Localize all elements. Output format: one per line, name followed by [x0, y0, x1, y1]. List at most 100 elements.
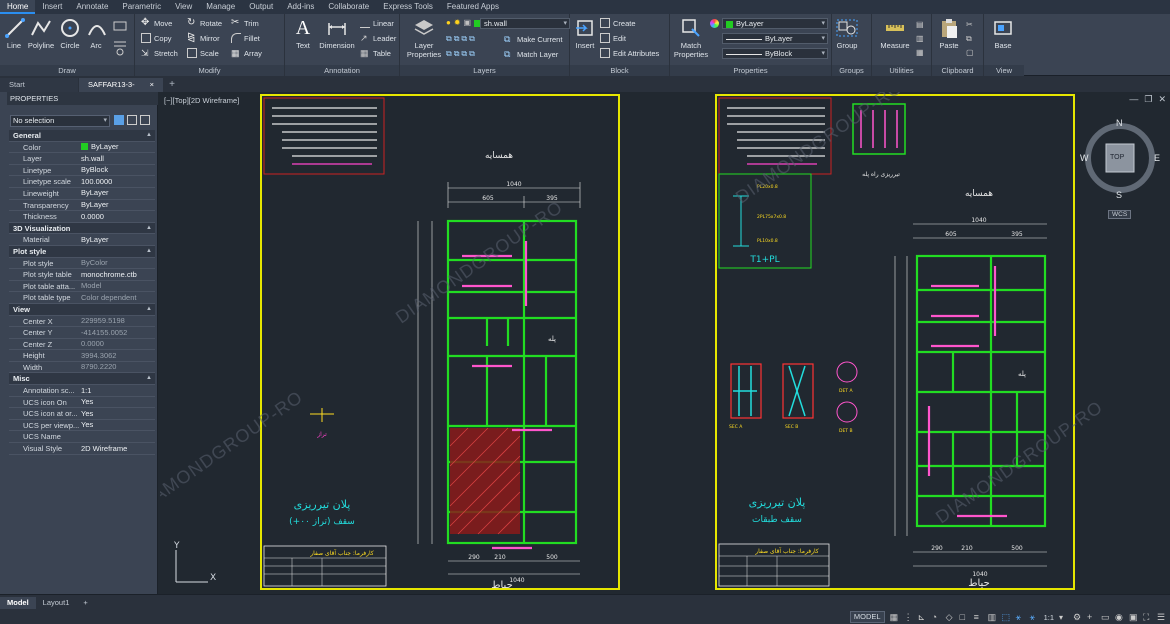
property-row[interactable]: Plot table type Color dependent — [9, 292, 155, 304]
property-value[interactable]: 0.0000 — [79, 339, 155, 350]
property-value[interactable]: -414155.0052 — [79, 327, 155, 338]
property-row[interactable]: UCS per viewp... Yes — [9, 420, 155, 432]
property-row[interactable]: Linetype scale 100.0000 — [9, 176, 155, 188]
color-dropdown[interactable]: ByLayer ▾ — [722, 18, 828, 29]
lock-icon[interactable]: ▣ — [464, 18, 472, 27]
section-general[interactable]: General ▲ — [9, 130, 155, 142]
section-3d-visualization[interactable]: 3D Visualization ▲ — [9, 222, 155, 235]
ribbon-tab-view[interactable]: View — [168, 0, 199, 14]
viewcube-west[interactable]: W — [1080, 153, 1089, 163]
workspace-gear-icon[interactable]: ⚙ — [1073, 612, 1082, 622]
property-row[interactable]: Plot style ByColor — [9, 258, 155, 270]
ortho-icon[interactable]: ⊾ — [918, 612, 927, 622]
viewport-controls[interactable]: [−][Top][2D Wireframe] — [164, 96, 239, 105]
ribbon-tab-manage[interactable]: Manage — [199, 0, 242, 14]
move-tool[interactable]: ✥ Move — [141, 17, 172, 29]
clipboard-small-icons[interactable]: ✂ ⧉ ▢ — [966, 18, 974, 60]
viewcube[interactable]: N S E W TOP WCS — [1080, 116, 1160, 226]
auto-scale-icon[interactable]: ⚹ — [1030, 612, 1039, 622]
property-value[interactable]: Yes — [79, 420, 155, 431]
ribbon-tab-annotate[interactable]: Annotate — [69, 0, 115, 14]
model-space-button[interactable]: MODEL — [849, 611, 885, 623]
property-row[interactable]: Annotation sc... 1:1 — [9, 385, 155, 397]
match-properties-tool[interactable]: Match Properties — [674, 17, 708, 59]
property-row[interactable]: Plot table atta... Model — [9, 281, 155, 293]
property-value[interactable]: Model — [79, 281, 155, 292]
property-value[interactable]: Color dependent — [79, 292, 155, 303]
line-tool[interactable]: Line — [4, 17, 25, 50]
stretch-tool[interactable]: ⇲ Stretch — [141, 47, 178, 59]
left-drawing-sheet[interactable]: همسایه 1040 605 395 پله 290 210 500 1040… — [260, 94, 620, 590]
section-plot-style[interactable]: Plot style ▲ — [9, 245, 155, 258]
clean-screen-icon[interactable]: ⛶ — [1143, 612, 1152, 622]
property-value[interactable]: ByColor — [79, 258, 155, 269]
property-row[interactable]: Material ByLayer — [9, 234, 155, 246]
edit-attributes-tool[interactable]: Edit Attributes — [600, 47, 659, 59]
property-row[interactable]: UCS icon On Yes — [9, 397, 155, 409]
groups-panel-label[interactable]: Groups — [832, 65, 871, 76]
leader-tool[interactable]: ↗ Leader — [360, 32, 396, 44]
quick-select-icon[interactable] — [140, 115, 150, 125]
property-row[interactable]: Height 3994.3062 — [9, 350, 155, 362]
property-value[interactable]: 3994.3062 — [79, 350, 155, 361]
close-icon[interactable]: × — [150, 78, 154, 92]
collapse-arrow-icon[interactable]: ▲ — [146, 373, 152, 385]
make-current-tool[interactable]: ⧉ Make Current — [504, 33, 562, 45]
table-tool[interactable]: ▦ Table — [360, 47, 391, 59]
ribbon-tab-collaborate[interactable]: Collaborate — [321, 0, 376, 14]
collapse-arrow-icon[interactable]: ▲ — [146, 246, 152, 258]
ribbon-tab-featured-apps[interactable]: Featured Apps — [440, 0, 506, 14]
property-value[interactable]: 229959.5198 — [79, 316, 155, 327]
ribbon-tab-output[interactable]: Output — [242, 0, 280, 14]
rotate-tool[interactable]: ↻ Rotate — [187, 17, 222, 29]
viewcube-south[interactable]: S — [1116, 190, 1122, 200]
layers-panel-label[interactable]: Layers — [400, 65, 569, 76]
collapse-arrow-icon[interactable]: ▲ — [146, 130, 152, 142]
ribbon-tab-insert[interactable]: Insert — [35, 0, 69, 14]
sun-icon[interactable]: ✹ — [454, 18, 461, 27]
base-tool[interactable]: Base — [990, 17, 1016, 50]
property-row[interactable]: Center X 229959.5198 — [9, 316, 155, 328]
property-row[interactable]: Layer sh.wall — [9, 153, 155, 165]
arc-tool[interactable]: Arc — [86, 17, 106, 50]
ribbon-tab-home[interactable]: Home — [0, 0, 36, 14]
measure-tool[interactable]: Measure — [878, 17, 912, 50]
annotation-monitor-icon[interactable]: + — [1087, 612, 1096, 622]
property-row[interactable]: Color ByLayer — [9, 142, 155, 154]
layout-tab-model[interactable]: Model — [0, 597, 36, 609]
property-value[interactable]: ByLayer — [79, 234, 155, 245]
viewcube-east[interactable]: E — [1154, 153, 1160, 163]
viewcube-top-face[interactable]: TOP — [1110, 154, 1124, 161]
add-layout-button[interactable]: + — [76, 597, 94, 609]
group-tool[interactable]: Group — [835, 17, 859, 50]
transparency-icon[interactable]: ▥ — [988, 612, 997, 622]
scale-tool[interactable]: Scale — [187, 47, 219, 59]
chevron-down-icon[interactable]: ▾ — [1059, 613, 1068, 622]
grid-icon[interactable]: ▦ — [890, 612, 899, 622]
fillet-tool[interactable]: Fillet — [231, 32, 260, 44]
property-value[interactable]: ByLayer — [79, 142, 155, 153]
ribbon-tab-parametric[interactable]: Parametric — [115, 0, 168, 14]
bulb-icon[interactable]: ● — [446, 18, 451, 27]
properties-panel-label[interactable]: Properties — [670, 65, 831, 76]
property-row[interactable]: Center Z 0.0000 — [9, 339, 155, 351]
file-tab-start[interactable]: Start — [0, 78, 78, 92]
polar-icon[interactable]: ◔ — [932, 612, 941, 622]
modify-panel-label[interactable]: Modify — [135, 65, 284, 76]
annotation-visibility-icon[interactable]: ⚹ — [1016, 612, 1025, 622]
property-row[interactable]: UCS Name — [9, 431, 155, 444]
close-icon[interactable]: ✕ — [1158, 94, 1166, 105]
property-row[interactable]: Thickness 0.0000 — [9, 211, 155, 223]
annotation-panel-label[interactable]: Annotation — [285, 65, 399, 76]
utilities-panel-label[interactable]: Utilities — [872, 65, 931, 76]
property-value[interactable]: Yes — [79, 408, 155, 419]
linetype-dropdown[interactable]: ByLayer ▾ — [722, 33, 828, 44]
isodraft-icon[interactable]: ◇ — [946, 612, 955, 622]
property-row[interactable]: UCS icon at or... Yes — [9, 408, 155, 420]
linear-tool[interactable]: Linear — [360, 17, 394, 29]
annotation-scale[interactable]: 1:1 — [1044, 613, 1054, 622]
property-value[interactable]: Yes — [79, 397, 155, 408]
property-row[interactable]: Plot style table monochrome.ctb — [9, 269, 155, 281]
property-value[interactable]: 100.0000 — [79, 176, 155, 187]
property-value[interactable]: monochrome.ctb — [79, 269, 155, 280]
